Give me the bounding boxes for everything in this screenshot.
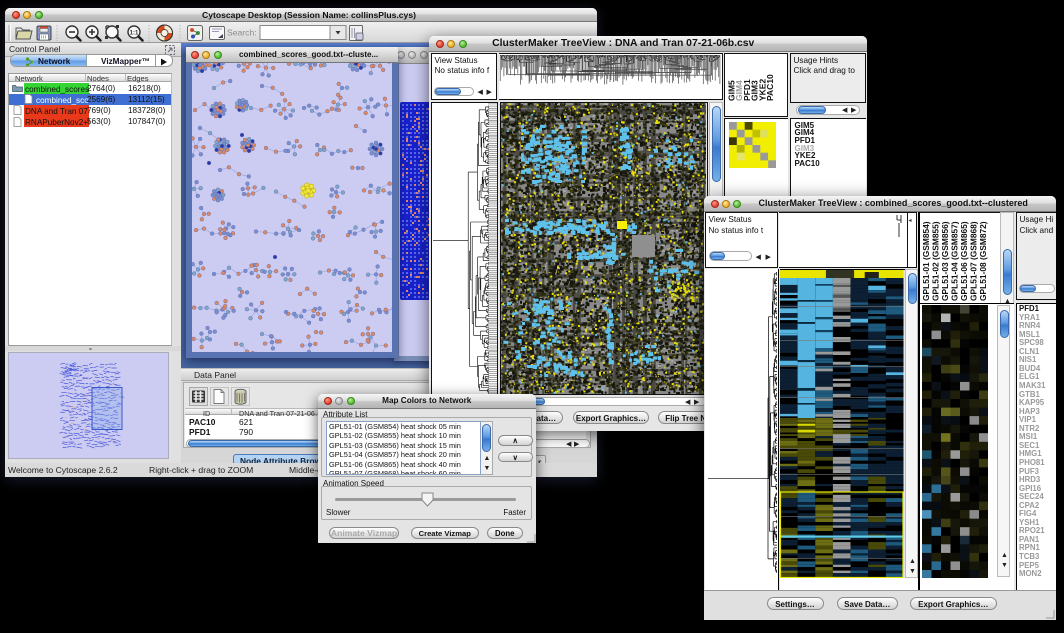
svg-text:GPL51-03 (GSM856): GPL51-03 (GSM856) <box>940 221 950 301</box>
svg-text:GPL51-06 (GSM865): GPL51-06 (GSM865) <box>959 221 969 301</box>
svg-text:1:1: 1:1 <box>130 30 139 36</box>
svg-text:GPL51-04 (GSM857): GPL51-04 (GSM857) <box>950 221 960 301</box>
svg-text:GPL51-07 (GSM868): GPL51-07 (GSM868) <box>969 221 979 301</box>
svg-text:PAC10: PAC10 <box>765 73 775 100</box>
svg-text:GPL51-08 (GSM872): GPL51-08 (GSM872) <box>978 221 988 301</box>
svg-text:GPL51-02 (GSM855): GPL51-02 (GSM855) <box>931 221 941 301</box>
svg-text:Search:: Search: <box>227 28 257 38</box>
svg-text:GPL51-01 (GSM854): GPL51-01 (GSM854) <box>921 221 931 301</box>
